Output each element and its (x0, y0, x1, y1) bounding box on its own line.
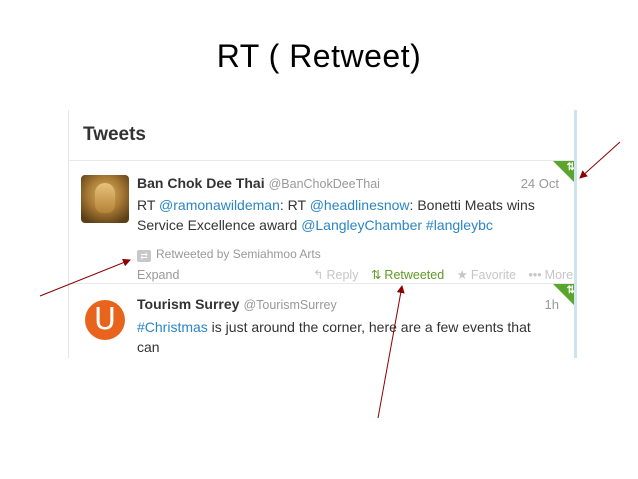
panel-scroll-edge (574, 110, 577, 358)
author-handle[interactable]: @BanChokDeeThai (269, 177, 380, 191)
retweeted-by-context[interactable]: ⇄ Retweeted by Semiahmoo Arts (137, 247, 321, 262)
star-icon: ★ (456, 268, 468, 282)
mention-link[interactable]: @headlinesnow (310, 197, 410, 213)
mention-link[interactable]: @ramonawildeman (159, 197, 280, 213)
tweets-panel: Tweets Ban Chok Dee Thai @BanChokDeeThai … (68, 110, 577, 358)
reply-button[interactable]: ↰ Reply (313, 268, 358, 282)
retweet-label: Retweeted (384, 268, 445, 282)
favorite-label: Favorite (470, 268, 517, 282)
tweet-author[interactable]: Ban Chok Dee Thai @BanChokDeeThai (137, 175, 380, 191)
panel-heading: Tweets (83, 124, 147, 145)
rt-prefix: RT (137, 197, 156, 213)
hashtag-link[interactable]: #Christmas (137, 319, 208, 335)
mention-link[interactable]: @LangleyChamber (301, 217, 422, 233)
tweet-text: #Christmas is just around the corner, he… (137, 317, 557, 357)
expand-link[interactable]: Expand (137, 268, 179, 282)
tweet-text: RT @ramonawildeman: RT @headlinesnow: Bo… (137, 195, 557, 235)
reply-label: Reply (326, 268, 359, 282)
panel-header: Tweets (69, 110, 577, 161)
more-dots-icon: ••• (528, 268, 542, 282)
buddha-figure-icon (95, 183, 115, 213)
tweet-text-segment: : RT (279, 197, 306, 213)
reply-icon: ↰ (313, 268, 324, 282)
tweet-item[interactable]: Ban Chok Dee Thai @BanChokDeeThai 24 Oct … (69, 161, 577, 284)
retweet-button[interactable]: ⇅ Retweeted (371, 268, 444, 282)
tweet-item[interactable]: U Tourism Surrey @TourismSurrey 1h #Chris… (69, 284, 577, 358)
avatar[interactable] (81, 175, 129, 223)
tourism-u-logo-icon: U (85, 300, 125, 340)
retweet-icon: ⇅ (370, 268, 382, 282)
retweeted-by-label[interactable]: Retweeted by Semiahmoo Arts (156, 247, 321, 261)
author-handle[interactable]: @TourismSurrey (243, 298, 336, 312)
tweet-author[interactable]: Tourism Surrey @TourismSurrey (137, 296, 337, 312)
avatar[interactable]: U (81, 296, 129, 344)
hashtag-link[interactable]: #langleybc (426, 217, 493, 233)
more-label: More (544, 268, 574, 282)
retweet-icon: ⇄ (137, 250, 151, 262)
author-name[interactable]: Ban Chok Dee Thai (137, 175, 265, 191)
favorite-button[interactable]: ★ Favorite (457, 268, 516, 282)
arrow-to-corner-badge (579, 141, 621, 179)
author-name[interactable]: Tourism Surrey (137, 296, 239, 312)
more-button[interactable]: ••• More (529, 268, 574, 282)
slide-title: RT ( Retweet) (216, 38, 422, 74)
tweet-actions: ↰ Reply ⇅ Retweeted ★ Favorite ••• More (313, 267, 577, 282)
